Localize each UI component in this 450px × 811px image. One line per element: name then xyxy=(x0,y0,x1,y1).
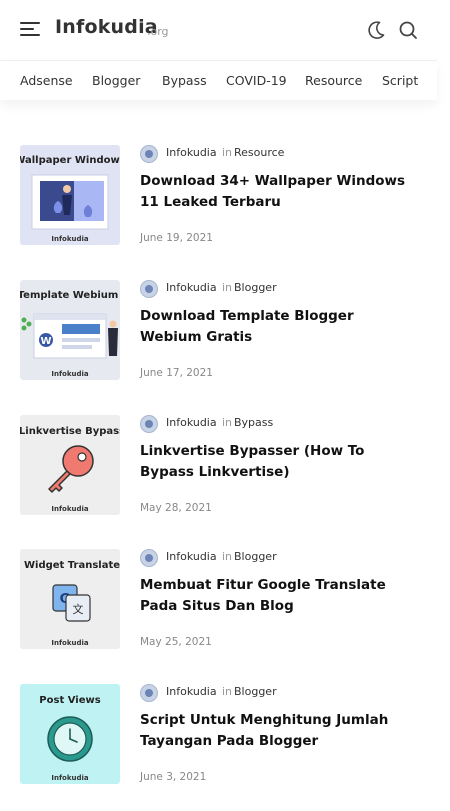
post-thumbnail[interactable]: Post Views Infokudia xyxy=(20,684,120,784)
svg-text:W: W xyxy=(40,336,51,347)
post-category[interactable]: Blogger xyxy=(234,550,277,563)
post-author[interactable]: Infokudia xyxy=(166,550,217,563)
site-header: Infokudia .org xyxy=(0,0,437,60)
post-meta-in: in xyxy=(222,281,233,294)
thumb-label: Wallpaper Windows xyxy=(20,155,120,166)
post-date: May 25, 2021 xyxy=(140,636,212,648)
post-thumbnail[interactable]: Linkvertise Bypass Infokudia xyxy=(20,415,120,515)
post-item: Widget Translate G 文 Infokudia Infokudia… xyxy=(0,549,437,659)
thumb-caption: Infokudia xyxy=(51,639,88,647)
post-category[interactable]: Blogger xyxy=(234,281,277,294)
post-thumbnail[interactable]: Widget Translate G 文 Infokudia xyxy=(20,549,120,649)
thumb-caption: Infokudia xyxy=(51,505,88,513)
hamburger-icon[interactable] xyxy=(20,20,42,38)
search-icon[interactable] xyxy=(397,19,419,41)
post-thumbnail[interactable]: Template Webium W Infokudia xyxy=(20,280,120,380)
post-item: Template Webium W Infokudia Infokudia in… xyxy=(0,280,437,390)
site-logo[interactable]: Infokudia xyxy=(55,16,158,38)
post-item: Linkvertise Bypass Infokudia Infokudia i… xyxy=(0,415,437,525)
nav-item-script[interactable]: Script xyxy=(382,73,418,88)
post-meta-in: in xyxy=(222,685,233,698)
post-author[interactable]: Infokudia xyxy=(166,685,217,698)
nav-item-resource[interactable]: Resource xyxy=(305,73,362,88)
post-title[interactable]: Membuat Fitur Google Translate Pada Situ… xyxy=(140,575,415,617)
post-meta-in: in xyxy=(222,550,233,563)
thumb-label: Linkvertise Bypass xyxy=(20,426,120,437)
post-title[interactable]: Download 34+ Wallpaper Windows 11 Leaked… xyxy=(140,171,415,213)
thumb-label: Template Webium xyxy=(20,290,118,301)
author-avatar[interactable] xyxy=(140,549,158,567)
post-thumbnail[interactable]: Wallpaper Windows Infokudia xyxy=(20,145,120,245)
author-avatar[interactable] xyxy=(140,145,158,163)
site-logo-tld: .org xyxy=(147,25,169,38)
post-author[interactable]: Infokudia xyxy=(166,416,217,429)
post-title[interactable]: Script Untuk Menghitung Jumlah Tayangan … xyxy=(140,710,415,752)
post-item: Post Views Infokudia Infokudia in Blogge… xyxy=(0,684,437,794)
post-date: June 19, 2021 xyxy=(140,232,213,244)
post-meta-in: in xyxy=(222,416,233,429)
author-avatar[interactable] xyxy=(140,684,158,702)
author-avatar[interactable] xyxy=(140,280,158,298)
post-title[interactable]: Linkvertise Bypasser (How To Bypass Link… xyxy=(140,441,415,483)
thumb-caption: Infokudia xyxy=(51,370,88,378)
thumb-label: Widget Translate xyxy=(24,560,120,571)
post-category[interactable]: Bypass xyxy=(234,416,273,429)
moon-icon[interactable] xyxy=(365,19,387,41)
nav-item-bypass[interactable]: Bypass xyxy=(162,73,207,88)
thumb-caption: Infokudia xyxy=(51,235,88,243)
post-category[interactable]: Blogger xyxy=(234,685,277,698)
thumb-label: Post Views xyxy=(39,695,100,706)
post-date: June 17, 2021 xyxy=(140,367,213,379)
nav-item-blogger[interactable]: Blogger xyxy=(92,73,140,88)
post-meta-in: in xyxy=(222,146,233,159)
post-title[interactable]: Download Template Blogger Webium Gratis xyxy=(140,306,415,348)
svg-text:文: 文 xyxy=(73,602,84,616)
post-date: May 28, 2021 xyxy=(140,502,212,514)
post-item: Wallpaper Windows Infokudia Infokudia in… xyxy=(0,145,437,255)
post-author[interactable]: Infokudia xyxy=(166,281,217,294)
post-category[interactable]: Resource xyxy=(234,146,284,159)
author-avatar[interactable] xyxy=(140,415,158,433)
thumb-caption: Infokudia xyxy=(51,774,88,782)
post-date: June 3, 2021 xyxy=(140,771,207,783)
nav-item-covid-19[interactable]: COVID-19 xyxy=(226,73,287,88)
category-nav: Adsense Blogger Bypass COVID-19 Resource… xyxy=(0,60,437,100)
post-author[interactable]: Infokudia xyxy=(166,146,217,159)
nav-item-adsense[interactable]: Adsense xyxy=(20,73,73,88)
